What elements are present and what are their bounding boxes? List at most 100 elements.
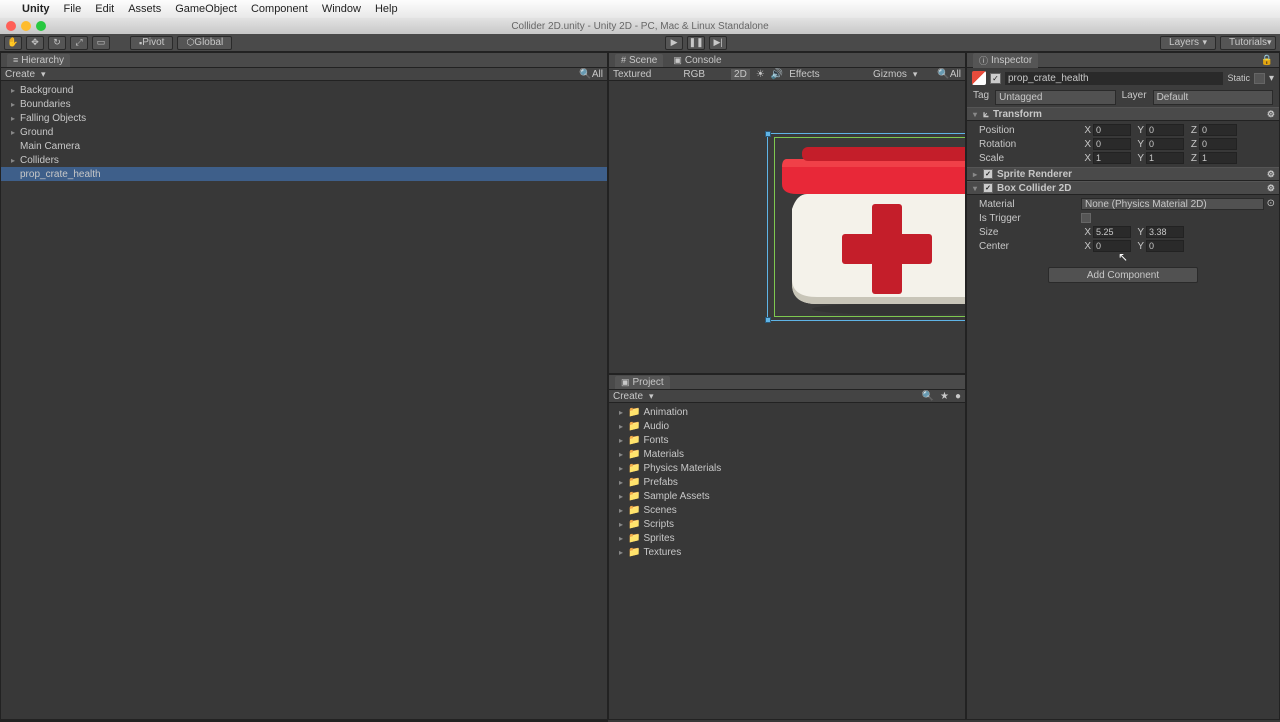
folder-item[interactable]: ▸📁 Animation — [609, 405, 965, 419]
folder-item[interactable]: ▸📁 Textures — [609, 545, 965, 559]
filter2-icon[interactable]: ● — [955, 391, 961, 402]
close-icon[interactable] — [6, 21, 16, 31]
gear-icon[interactable]: ⚙ — [1267, 109, 1275, 120]
2d-toggle[interactable]: 2D — [731, 69, 750, 80]
tag-dropdown[interactable]: Untagged — [995, 90, 1115, 105]
pivot-toggle[interactable]: ▪ Pivot — [130, 36, 173, 50]
rot-x[interactable] — [1093, 138, 1131, 150]
hierarchy-create[interactable]: Create — [5, 69, 35, 80]
effects-dropdown[interactable]: Effects — [789, 69, 819, 80]
scene-view[interactable] — [609, 81, 965, 373]
move-tool-icon[interactable]: ✥ — [26, 36, 44, 50]
add-component-button[interactable]: Add Component — [1048, 267, 1198, 283]
lock-icon[interactable]: 🔒 — [1261, 55, 1273, 66]
gameobject-name-field[interactable]: prop_crate_health — [1005, 72, 1223, 85]
handle-bl[interactable] — [765, 317, 771, 323]
minimize-icon[interactable] — [21, 21, 31, 31]
active-checkbox[interactable]: ✓ — [990, 73, 1001, 84]
trigger-checkbox[interactable] — [1081, 213, 1091, 223]
scl-y[interactable] — [1146, 152, 1184, 164]
scl-x[interactable] — [1093, 152, 1131, 164]
folder-item[interactable]: ▸📁 Sample Assets — [609, 489, 965, 503]
project-create[interactable]: Create — [613, 391, 643, 402]
scl-z[interactable] — [1199, 152, 1237, 164]
light-icon[interactable]: ☀ — [756, 69, 765, 80]
rot-z[interactable] — [1199, 138, 1237, 150]
tree-item[interactable]: Main Camera — [1, 139, 607, 153]
size-x[interactable] — [1093, 226, 1131, 238]
scale-tool-icon[interactable]: ⤢ — [70, 36, 88, 50]
folder-item[interactable]: ▸📁 Materials — [609, 447, 965, 461]
hierarchy-tree[interactable]: ▸Background ▸Boundaries ▸Falling Objects… — [1, 81, 607, 719]
material-field[interactable]: None (Physics Material 2D) — [1081, 198, 1264, 210]
tree-item[interactable]: ▸Background — [1, 83, 607, 97]
tree-item-selected[interactable]: prop_crate_health — [1, 167, 607, 181]
menu-edit[interactable]: Edit — [95, 3, 114, 15]
menu-app[interactable]: Unity — [22, 3, 50, 15]
global-toggle[interactable]: ⬡ Global — [177, 36, 232, 50]
folder-item[interactable]: ▸📁 Audio — [609, 419, 965, 433]
pause-icon[interactable]: ❚❚ — [687, 36, 705, 50]
menu-window[interactable]: Window — [322, 3, 361, 15]
sprite-enabled-checkbox[interactable]: ✓ — [983, 169, 993, 179]
audio-icon[interactable]: 🔊 — [771, 69, 783, 80]
tree-item[interactable]: ▸Falling Objects — [1, 111, 607, 125]
rotate-tool-icon[interactable]: ↻ — [48, 36, 66, 50]
size-y[interactable] — [1146, 226, 1184, 238]
folder-item[interactable]: ▸📁 Scripts — [609, 517, 965, 531]
project-tab[interactable]: ▣ Project — [615, 376, 670, 389]
menu-component[interactable]: Component — [251, 3, 308, 15]
scene-panel: # Scene ▣ Console Textured RGB 2D ☀ 🔊 Ef… — [608, 52, 966, 374]
folder-item[interactable]: ▸📁 Sprites — [609, 531, 965, 545]
rot-y[interactable] — [1146, 138, 1184, 150]
rect-tool-icon[interactable]: ▭ — [92, 36, 110, 50]
center-x[interactable] — [1093, 240, 1131, 252]
hierarchy-search[interactable]: 🔍All — [579, 69, 603, 80]
gizmos-dropdown[interactable]: Gizmos — [873, 69, 907, 80]
layout-dropdown[interactable]: Tutorials▾ — [1220, 36, 1276, 50]
hierarchy-tab[interactable]: ≡ Hierarchy — [7, 54, 70, 67]
tree-item[interactable]: ▸Boundaries — [1, 97, 607, 111]
pos-y[interactable] — [1146, 124, 1184, 136]
menu-file[interactable]: File — [64, 3, 82, 15]
mac-menubar[interactable]: Unity File Edit Assets GameObject Compon… — [0, 0, 1280, 18]
menu-gameobject[interactable]: GameObject — [175, 3, 237, 15]
render-mode-dropdown[interactable]: Textured — [613, 69, 651, 80]
rgb-dropdown[interactable]: RGB — [683, 69, 705, 80]
collider-gizmo — [774, 137, 966, 317]
zoom-icon[interactable] — [36, 21, 46, 31]
handle-tl[interactable] — [765, 131, 771, 137]
step-icon[interactable]: ▶| — [709, 36, 727, 50]
layer-label: Layer — [1122, 90, 1147, 105]
hand-tool-icon[interactable]: ✋ — [4, 36, 22, 50]
boxcollider-header[interactable]: ▾✓ Box Collider 2D ⚙ — [967, 181, 1279, 195]
folder-item[interactable]: ▸📁 Prefabs — [609, 475, 965, 489]
collider-enabled-checkbox[interactable]: ✓ — [983, 183, 993, 193]
layers-dropdown[interactable]: Layers▾ — [1160, 36, 1216, 50]
inspector-tab[interactable]: ⓘ Inspector — [973, 53, 1038, 68]
play-icon[interactable]: ▶ — [665, 36, 683, 50]
static-checkbox[interactable] — [1254, 73, 1265, 84]
tree-item[interactable]: ▸Colliders — [1, 153, 607, 167]
project-tree[interactable]: ▸📁 Animation ▸📁 Audio ▸📁 Fonts ▸📁 Materi… — [609, 403, 965, 719]
tree-item[interactable]: ▸Ground — [1, 125, 607, 139]
gear-icon[interactable]: ⚙ — [1267, 183, 1275, 194]
pos-x[interactable] — [1093, 124, 1131, 136]
sprite-renderer-header[interactable]: ▸✓ Sprite Renderer ⚙ — [967, 167, 1279, 181]
object-picker-icon[interactable]: ⊙ — [1267, 198, 1275, 210]
filter-icon[interactable]: ★ — [940, 391, 949, 402]
transform-header[interactable]: ▾⟀ Transform ⚙ — [967, 107, 1279, 121]
folder-item[interactable]: ▸📁 Physics Materials — [609, 461, 965, 475]
folder-item[interactable]: ▸📁 Fonts — [609, 433, 965, 447]
folder-item[interactable]: ▸📁 Scenes — [609, 503, 965, 517]
scene-tab[interactable]: # Scene — [615, 54, 663, 67]
menu-help[interactable]: Help — [375, 3, 398, 15]
layer-dropdown[interactable]: Default — [1153, 90, 1273, 105]
center-y[interactable] — [1146, 240, 1184, 252]
project-search[interactable]: 🔍 — [922, 391, 934, 402]
search-scene[interactable]: 🔍All — [937, 69, 961, 80]
pos-z[interactable] — [1199, 124, 1237, 136]
gear-icon[interactable]: ⚙ — [1267, 169, 1275, 180]
console-tab[interactable]: ▣ Console — [673, 55, 721, 66]
menu-assets[interactable]: Assets — [128, 3, 161, 15]
